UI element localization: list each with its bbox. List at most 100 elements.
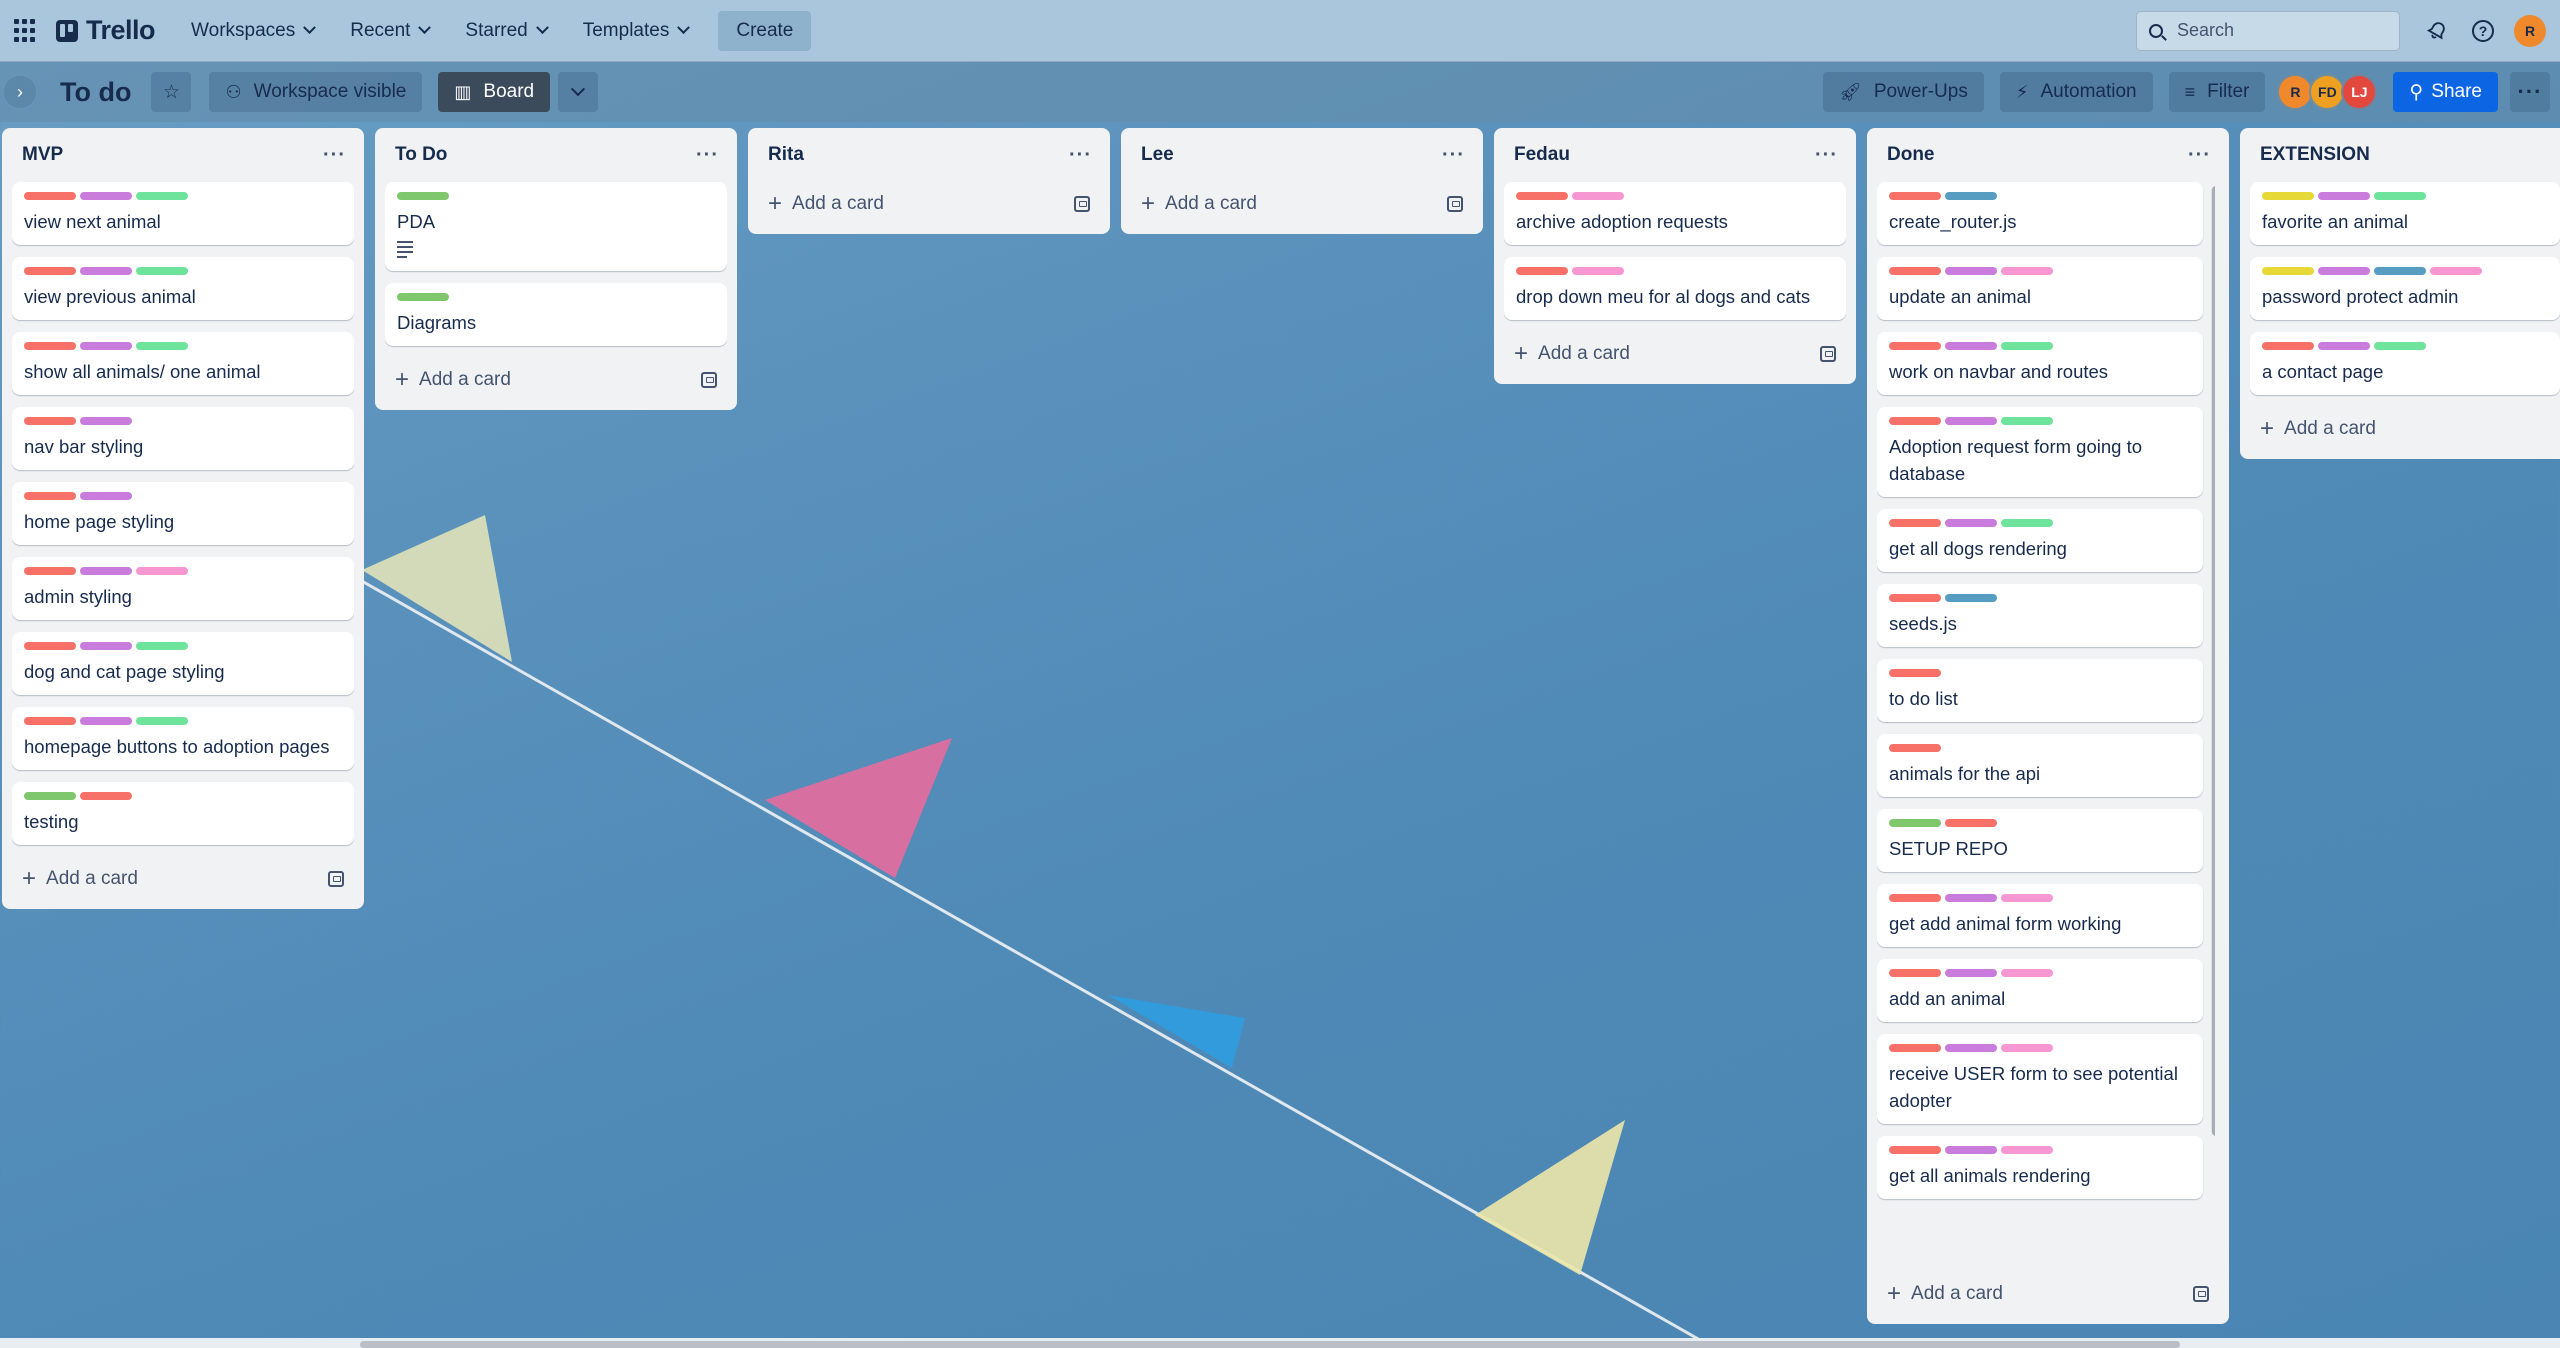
label-green[interactable]: [2001, 417, 2053, 425]
label-red[interactable]: [24, 192, 76, 200]
label-green[interactable]: [136, 717, 188, 725]
card-template-icon[interactable]: [2193, 1286, 2209, 1302]
label-red[interactable]: [1889, 267, 1941, 275]
list-actions-icon[interactable]: ···: [696, 144, 719, 167]
member-avatar-lj[interactable]: LJ: [2341, 74, 2378, 110]
label-red[interactable]: [1889, 669, 1941, 677]
user-avatar[interactable]: R: [2514, 14, 2546, 47]
list-mvp[interactable]: MVP ··· view next animal view previous anim…: [2, 128, 364, 909]
card[interactable]: SETUP REPO: [1877, 809, 2203, 872]
card[interactable]: get all dogs rendering: [1877, 509, 2203, 572]
card[interactable]: show all animals/ one animal: [12, 332, 354, 395]
card[interactable]: PDA: [385, 182, 727, 271]
search-input[interactable]: Search: [2136, 10, 2400, 51]
card[interactable]: drop down meu for al dogs and cats: [1504, 257, 1846, 320]
list-title[interactable]: Lee: [1141, 144, 1174, 166]
label-green[interactable]: [136, 192, 188, 200]
label-pink[interactable]: [1572, 192, 1624, 200]
label-green[interactable]: [2374, 342, 2426, 350]
card-template-icon[interactable]: [328, 871, 344, 887]
label-pink[interactable]: [2001, 1146, 2053, 1154]
label-red[interactable]: [1516, 267, 1568, 275]
card[interactable]: get add animal form working: [1877, 884, 2203, 947]
list-actions-icon[interactable]: ···: [2188, 144, 2211, 167]
label-purple[interactable]: [1945, 894, 1997, 902]
list-actions-icon[interactable]: ···: [1069, 144, 1092, 167]
star-board-button[interactable]: ☆: [151, 72, 192, 112]
label-green[interactable]: [136, 342, 188, 350]
member-avatar-r[interactable]: R: [2277, 74, 2314, 110]
label-blue[interactable]: [2374, 267, 2426, 275]
label-lime[interactable]: [1889, 819, 1941, 827]
card[interactable]: get all animals rendering: [1877, 1136, 2203, 1199]
label-red[interactable]: [24, 417, 76, 425]
filter-button[interactable]: ≡ Filter: [2168, 72, 2266, 112]
power-ups-button[interactable]: 🚀︎ Power-Ups: [1823, 72, 1984, 112]
label-green[interactable]: [2001, 342, 2053, 350]
label-purple[interactable]: [1945, 267, 1997, 275]
label-lime[interactable]: [397, 192, 449, 200]
card[interactable]: dog and cat page styling: [12, 632, 354, 695]
label-purple[interactable]: [80, 642, 132, 650]
card[interactable]: nav bar styling: [12, 407, 354, 470]
help-button[interactable]: ?: [2465, 13, 2501, 49]
visibility-button[interactable]: ⚇ Workspace visible: [209, 72, 423, 112]
card[interactable]: receive USER form to see potential adopt…: [1877, 1034, 2203, 1124]
label-red[interactable]: [1889, 192, 1941, 200]
member-avatar-fd[interactable]: FD: [2309, 74, 2346, 110]
board-menu-button[interactable]: ···: [2510, 72, 2550, 112]
add-card-button[interactable]: + Add a card: [2250, 407, 2560, 451]
list-lee[interactable]: Lee ··· + Add a card: [1121, 128, 1483, 234]
trello-logo[interactable]: Trello: [56, 15, 156, 46]
label-red[interactable]: [1889, 969, 1941, 977]
list-scrollbar[interactable]: [2211, 186, 2215, 1136]
list-fedau[interactable]: Fedau ··· archive adoption requests drop do…: [1494, 128, 1856, 384]
card[interactable]: admin styling: [12, 557, 354, 620]
label-red[interactable]: [24, 492, 76, 500]
label-red[interactable]: [1889, 594, 1941, 602]
label-purple[interactable]: [80, 492, 132, 500]
list-to-do[interactable]: To Do ··· PDA Diagrams + Add a card: [375, 128, 737, 410]
card[interactable]: seeds.js: [1877, 584, 2203, 647]
list-title[interactable]: EXTENSION: [2260, 144, 2370, 166]
notifications-bell-icon[interactable]: [2419, 13, 2455, 49]
card-template-icon[interactable]: [1447, 196, 1463, 212]
card[interactable]: create_router.js: [1877, 182, 2203, 245]
card[interactable]: to do list: [1877, 659, 2203, 722]
label-purple[interactable]: [80, 267, 132, 275]
list-rita[interactable]: Rita ··· + Add a card: [748, 128, 1110, 234]
label-purple[interactable]: [80, 567, 132, 575]
label-purple[interactable]: [2318, 192, 2370, 200]
label-purple[interactable]: [1945, 342, 1997, 350]
label-green[interactable]: [136, 267, 188, 275]
add-card-button[interactable]: + Add a card: [1877, 1272, 2219, 1316]
list-title[interactable]: MVP: [22, 144, 63, 166]
label-red[interactable]: [2262, 342, 2314, 350]
share-button[interactable]: ⚲ Share: [2393, 72, 2498, 112]
list-title[interactable]: Rita: [768, 144, 804, 166]
list-actions-icon[interactable]: ···: [1442, 144, 1465, 167]
add-card-button[interactable]: + Add a card: [385, 358, 727, 402]
add-card-button[interactable]: + Add a card: [12, 857, 354, 901]
label-purple[interactable]: [80, 417, 132, 425]
label-purple[interactable]: [2318, 267, 2370, 275]
label-purple[interactable]: [1945, 969, 1997, 977]
label-pink[interactable]: [1572, 267, 1624, 275]
board-title[interactable]: To do: [60, 77, 131, 108]
card-template-icon[interactable]: [1820, 346, 1836, 362]
label-green[interactable]: [136, 642, 188, 650]
label-green[interactable]: [2001, 519, 2053, 527]
label-red[interactable]: [1889, 1044, 1941, 1052]
label-lime[interactable]: [397, 293, 449, 301]
label-red[interactable]: [1889, 342, 1941, 350]
label-red[interactable]: [1945, 819, 1997, 827]
label-green[interactable]: [2374, 192, 2426, 200]
label-blue[interactable]: [1945, 594, 1997, 602]
add-card-button[interactable]: + Add a card: [758, 182, 1100, 226]
card[interactable]: view next animal: [12, 182, 354, 245]
board-view-button[interactable]: ▥ Board: [438, 72, 551, 112]
add-card-button[interactable]: + Add a card: [1131, 182, 1473, 226]
label-purple[interactable]: [80, 717, 132, 725]
list-title[interactable]: Fedau: [1514, 144, 1570, 166]
label-red[interactable]: [1889, 519, 1941, 527]
